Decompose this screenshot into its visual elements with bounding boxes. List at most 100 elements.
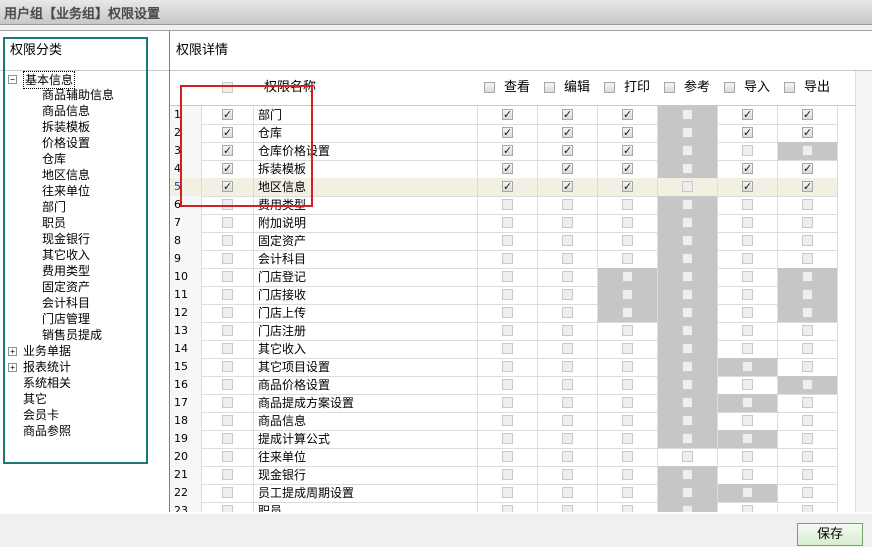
permission-checkbox[interactable] (562, 433, 573, 444)
permission-checkbox[interactable] (562, 124, 573, 142)
row-select-checkbox[interactable] (222, 124, 233, 142)
permission-checkbox[interactable] (622, 361, 633, 372)
permission-checkbox[interactable] (562, 160, 573, 178)
expand-icon[interactable]: + (8, 363, 17, 372)
permission-checkbox[interactable] (802, 379, 813, 390)
permission-checkbox[interactable] (622, 271, 633, 282)
permission-checkbox[interactable] (802, 199, 813, 210)
tree-item[interactable]: 往来单位 (0, 183, 168, 199)
column-select-checkbox[interactable] (724, 82, 735, 93)
permission-checkbox[interactable] (802, 106, 813, 124)
permission-checkbox[interactable] (802, 307, 813, 318)
permission-checkbox[interactable] (682, 361, 693, 372)
permission-checkbox[interactable] (562, 217, 573, 228)
row-select-checkbox[interactable] (222, 451, 233, 462)
permission-checkbox[interactable] (742, 145, 753, 156)
table-row[interactable]: 22 员工提成周期设置 (170, 484, 838, 503)
row-select-checkbox[interactable] (222, 469, 233, 480)
row-select-checkbox[interactable] (222, 487, 233, 498)
permission-checkbox[interactable] (562, 178, 573, 196)
permission-checkbox[interactable] (742, 505, 753, 512)
table-row[interactable]: 13 门店注册 (170, 322, 838, 341)
row-select-checkbox[interactable] (222, 433, 233, 444)
permission-checkbox[interactable] (562, 487, 573, 498)
permission-checkbox[interactable] (682, 253, 693, 264)
table-row[interactable]: 23 职员 (170, 502, 838, 512)
permission-checkbox[interactable] (742, 271, 753, 282)
row-select-checkbox[interactable] (222, 160, 233, 178)
column-select-checkbox[interactable] (664, 82, 675, 93)
permission-checkbox[interactable] (502, 325, 513, 336)
permission-checkbox[interactable] (802, 487, 813, 498)
table-row[interactable]: 6 费用类型 (170, 196, 838, 215)
tree-item[interactable]: 职员 (0, 215, 168, 231)
row-select-checkbox[interactable] (222, 271, 233, 282)
permission-checkbox[interactable] (622, 469, 633, 480)
table-row[interactable]: 16 商品价格设置 (170, 376, 838, 395)
permission-checkbox[interactable] (802, 160, 813, 178)
permission-checkbox[interactable] (622, 415, 633, 426)
permission-checkbox[interactable] (562, 271, 573, 282)
table-row[interactable]: 9 会计科目 (170, 250, 838, 269)
tree-item[interactable]: 地区信息 (0, 167, 168, 183)
permission-checkbox[interactable] (682, 343, 693, 354)
vertical-scrollbar[interactable] (855, 71, 872, 512)
tree-item[interactable]: 商品辅助信息 (0, 87, 168, 103)
column-select-checkbox[interactable] (484, 82, 495, 93)
table-row[interactable]: 8 固定资产 (170, 232, 838, 251)
permission-checkbox[interactable] (682, 433, 693, 444)
row-select-checkbox[interactable] (222, 361, 233, 372)
table-row[interactable]: 21 现金银行 (170, 466, 838, 485)
tree-item[interactable]: + 业务单据 (0, 343, 168, 359)
permission-checkbox[interactable] (502, 343, 513, 354)
tree-item[interactable]: − 基本信息 (0, 71, 168, 89)
row-select-checkbox[interactable] (222, 217, 233, 228)
row-select-checkbox[interactable] (222, 505, 233, 512)
permission-checkbox[interactable] (502, 361, 513, 372)
permission-checkbox[interactable] (682, 379, 693, 390)
tree-item[interactable]: 商品信息 (0, 103, 168, 119)
permission-checkbox[interactable] (802, 415, 813, 426)
permission-checkbox[interactable] (742, 160, 753, 178)
permission-checkbox[interactable] (502, 199, 513, 210)
permission-checkbox[interactable] (622, 343, 633, 354)
tree-item[interactable]: 会计科目 (0, 295, 168, 311)
row-select-checkbox[interactable] (222, 415, 233, 426)
column-header-perm[interactable]: 导入 (724, 71, 780, 105)
row-select-checkbox[interactable] (222, 289, 233, 300)
permission-checkbox[interactable] (502, 505, 513, 512)
column-select-checkbox[interactable] (784, 82, 795, 93)
permission-checkbox[interactable] (622, 397, 633, 408)
permission-checkbox[interactable] (742, 397, 753, 408)
column-header-perm[interactable]: 打印 (604, 71, 660, 105)
permission-checkbox[interactable] (622, 451, 633, 462)
permission-checkbox[interactable] (562, 289, 573, 300)
permission-checkbox[interactable] (742, 124, 753, 142)
column-header-perm[interactable]: 编辑 (544, 71, 600, 105)
row-select-checkbox[interactable] (222, 199, 233, 210)
table-row[interactable]: 1 部门 (170, 106, 838, 125)
tree-item[interactable]: 其它收入 (0, 247, 168, 263)
permission-checkbox[interactable] (562, 451, 573, 462)
permission-checkbox[interactable] (682, 505, 693, 512)
save-button[interactable]: 保存 (797, 523, 863, 546)
row-select-checkbox[interactable] (222, 397, 233, 408)
permission-checkbox[interactable] (502, 487, 513, 498)
permission-checkbox[interactable] (682, 127, 693, 138)
permission-checkbox[interactable] (682, 415, 693, 426)
table-row[interactable]: 5 地区信息 (170, 178, 838, 197)
permission-checkbox[interactable] (802, 397, 813, 408)
permission-checkbox[interactable] (562, 397, 573, 408)
permission-checkbox[interactable] (682, 487, 693, 498)
permission-checkbox[interactable] (802, 361, 813, 372)
permission-checkbox[interactable] (502, 178, 513, 196)
permission-checkbox[interactable] (742, 415, 753, 426)
table-row[interactable]: 11 门店接收 (170, 286, 838, 305)
permission-checkbox[interactable] (742, 469, 753, 480)
permission-checkbox[interactable] (742, 379, 753, 390)
permission-checkbox[interactable] (622, 142, 633, 160)
table-row[interactable]: 17 商品提成方案设置 (170, 394, 838, 413)
permission-checkbox[interactable] (622, 505, 633, 512)
row-select-checkbox[interactable] (222, 343, 233, 354)
permission-checkbox[interactable] (562, 415, 573, 426)
